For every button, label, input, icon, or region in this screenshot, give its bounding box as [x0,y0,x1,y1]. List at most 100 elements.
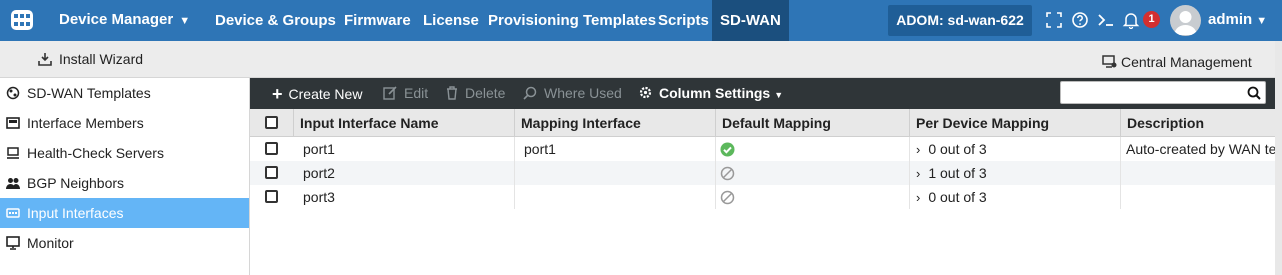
nav-license[interactable]: License [416,0,486,41]
cell-default-mapping [715,137,909,161]
help-icon[interactable] [1071,11,1089,29]
central-management-button[interactable]: Central Management [1121,54,1252,70]
cell-per-device-mapping[interactable]: › 1 out of 3 [909,161,1120,185]
network-icon [6,208,20,218]
select-all-checkbox[interactable] [265,116,278,129]
cell-description: Auto-created by WAN te [1120,137,1282,161]
user-silhouette-icon [1174,11,1197,35]
plus-icon: + [272,84,283,104]
table-toolbar: + Create New Edit Delete Where Used Colum… [250,78,1282,109]
nav-provisioning-templates[interactable]: Provisioning Templates [481,0,663,41]
column-header-description[interactable]: Description [1120,109,1282,137]
nav-firmware[interactable]: Firmware [337,0,418,41]
row-checkbox[interactable] [265,142,278,155]
chevron-right-icon[interactable]: › [916,162,920,185]
cell-description [1120,161,1282,185]
sidebar-item-label: Interface Members [27,115,144,131]
chevron-down-icon: ▼ [1256,15,1268,27]
check-circle-icon [720,142,735,157]
nav-scripts[interactable]: Scripts [651,0,716,41]
search-icon[interactable] [1247,86,1261,100]
username: admin [1208,11,1253,28]
per-device-value: 1 out of 3 [928,165,987,181]
sidebar-item-sd-wan-templates[interactable]: SD-WAN Templates [0,78,249,108]
interface-members-icon [6,117,20,129]
cell-mapping-interface: port1 [514,137,715,161]
where-used-label: Where Used [544,85,622,101]
sidebar-item-monitor[interactable]: Monitor [0,228,249,258]
sidebar-item-bgp-neighbors[interactable]: BGP Neighbors [0,168,249,198]
users-icon [6,178,20,189]
app-grid-icon[interactable] [10,9,34,31]
create-new-label: Create New [288,86,363,102]
per-device-value: 0 out of 3 [928,141,987,157]
sidebar: SD-WAN Templates Interface Members Healt… [0,78,250,275]
sidebar-item-label: Health-Check Servers [27,145,164,161]
create-new-button[interactable]: + Create New [272,85,362,103]
chevron-right-icon[interactable]: › [916,138,920,161]
disabled-icon [720,166,735,181]
app-switcher-dropdown[interactable]: Device Manager ▼ [59,11,190,28]
delete-label: Delete [465,85,506,101]
user-menu[interactable]: admin ▼ [1208,11,1267,28]
cli-console-icon[interactable] [1097,11,1115,29]
nav-device-groups[interactable]: Device & Groups [208,0,343,41]
avatar[interactable] [1170,5,1201,36]
sidebar-item-label: Input Interfaces [27,205,124,221]
cell-interface-name: port2 [303,165,335,181]
cell-per-device-mapping[interactable]: › 0 out of 3 [909,137,1120,161]
cell-default-mapping [715,185,909,209]
sidebar-item-label: BGP Neighbors [27,175,125,191]
row-checkbox[interactable] [265,190,278,203]
fullscreen-icon[interactable] [1045,11,1063,29]
column-header-input-interface-name[interactable]: Input Interface Name [293,109,514,137]
table-row[interactable]: port3 › 0 out of 3 [250,185,1282,209]
cell-description [1120,185,1282,209]
table-row[interactable]: port2 › 1 out of 3 [250,161,1282,185]
chevron-right-icon[interactable]: › [916,186,920,209]
app-title: Device Manager [59,11,174,28]
sidebar-item-interface-members[interactable]: Interface Members [0,108,249,138]
top-navigation-bar: Device Manager ▼ Device & Groups Firmware… [0,0,1282,41]
column-header-mapping-interface[interactable]: Mapping Interface [514,109,715,137]
column-header-per-device-mapping[interactable]: Per Device Mapping [909,109,1120,137]
column-settings-button[interactable]: Column Settings ▼ [638,85,783,104]
install-wizard-button[interactable]: Install Wizard [59,51,143,67]
monitor-icon [6,236,20,250]
cell-interface-name: port3 [303,189,335,205]
chevron-down-icon: ▼ [179,15,191,27]
gear-icon [639,86,652,99]
bell-icon[interactable] [1122,11,1140,29]
column-header-default-mapping[interactable]: Default Mapping [715,109,909,137]
sidebar-item-input-interfaces[interactable]: Input Interfaces [0,198,249,228]
adom-selector[interactable]: ADOM: sd-wan-622 [888,5,1032,36]
cell-interface-name: port1 [303,141,335,157]
where-used-button[interactable]: Where Used [523,85,622,102]
nav-sd-wan[interactable]: SD-WAN [712,0,789,41]
secondary-toolbar: Install Wizard Central Management [0,41,1282,78]
scrollbar[interactable] [1275,41,1282,275]
sidebar-item-label: Monitor [27,235,74,251]
monitor-server-icon [7,147,19,159]
notification-badge: 1 [1143,11,1160,28]
cell-default-mapping [715,161,909,185]
edit-icon [383,86,397,100]
table-header: Input Interface Name Mapping Interface D… [250,109,1282,137]
edit-button[interactable]: Edit [383,85,428,102]
caret-down-icon: ▼ [774,90,784,100]
search-icon [523,86,537,100]
column-settings-label: Column Settings [659,85,771,101]
sidebar-item-label: SD-WAN Templates [27,85,151,101]
edit-label: Edit [404,85,429,101]
cell-per-device-mapping[interactable]: › 0 out of 3 [909,185,1120,209]
row-checkbox[interactable] [265,166,278,179]
delete-button[interactable]: Delete [445,85,505,102]
table-row[interactable]: port1 port1 › 0 out of 3 Auto-created by … [250,137,1282,161]
cell-mapping-interface [514,185,715,209]
central-management-icon [1102,55,1117,68]
disabled-icon [720,190,735,205]
sidebar-item-health-check-servers[interactable]: Health-Check Servers [0,138,249,168]
install-icon [38,53,52,66]
templates-icon [6,86,20,100]
search-input[interactable] [1060,81,1266,104]
